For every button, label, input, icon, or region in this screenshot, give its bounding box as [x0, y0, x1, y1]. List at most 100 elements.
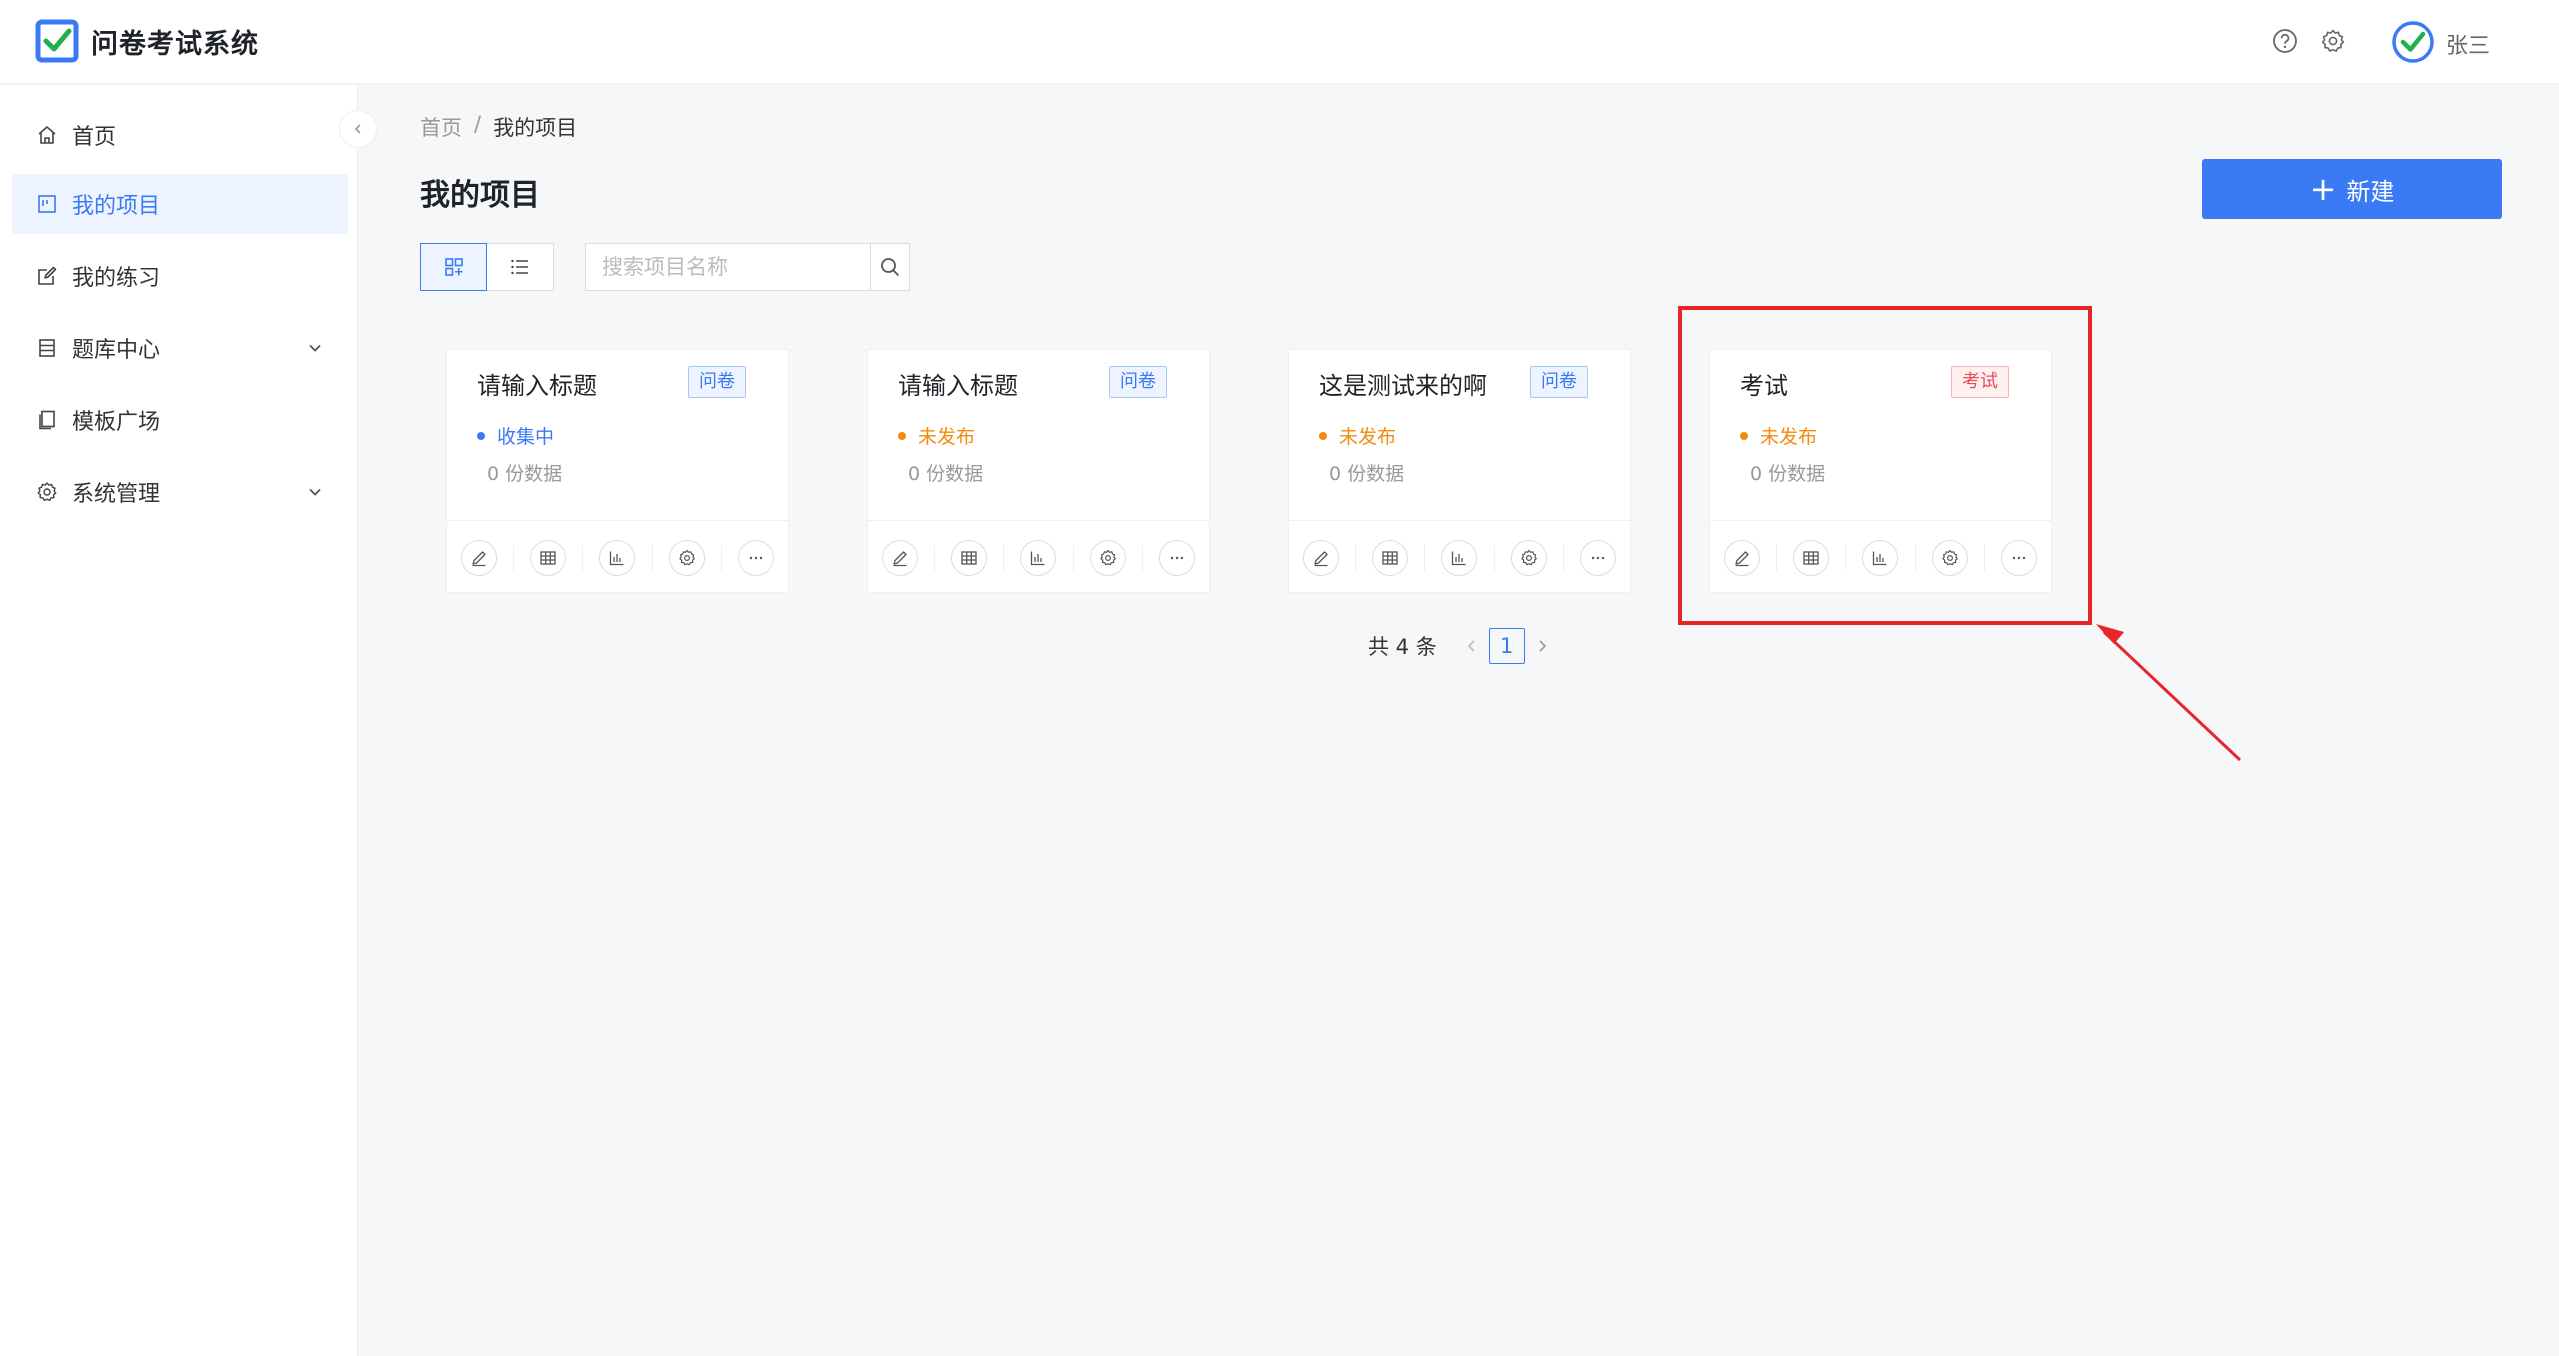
edit-icon — [38, 266, 57, 285]
divider — [1776, 544, 1778, 571]
username[interactable]: 张三 — [2446, 28, 2490, 60]
pencil-icon — [472, 550, 486, 566]
status-text: 未发布 — [918, 426, 976, 448]
statistics-button[interactable] — [1862, 539, 1899, 576]
edit-button[interactable] — [461, 539, 498, 576]
divider — [1141, 544, 1143, 571]
edit-button[interactable] — [1724, 539, 1761, 576]
more-button[interactable] — [2000, 539, 2037, 576]
sidebar-item-home[interactable]: 首页 — [12, 105, 348, 165]
annotation-arrow — [2096, 624, 2242, 762]
table-icon — [540, 550, 556, 565]
sidebar-item-label: 我的项目 — [72, 194, 161, 219]
card-settings-button[interactable] — [1931, 539, 1968, 576]
data-table-button[interactable] — [1793, 539, 1830, 576]
next-page-icon[interactable] — [1531, 635, 1553, 657]
more-button[interactable] — [1579, 539, 1616, 576]
gear-icon — [37, 482, 57, 501]
pagination: 共 4 条 1 — [1368, 628, 1559, 664]
card-data-count: 0 份数据 — [487, 463, 563, 485]
divider — [1562, 544, 1564, 571]
project-card[interactable]: 考试 考试 未发布 0 份数据 — [1709, 349, 2052, 593]
project-icon — [38, 195, 56, 213]
divider — [513, 544, 515, 571]
more-button[interactable] — [1158, 539, 1195, 576]
new-button-label: 新建 — [2346, 177, 2395, 206]
data-table-button[interactable] — [951, 539, 988, 576]
divider — [1424, 544, 1426, 571]
gear-icon — [1521, 549, 1537, 565]
search-button[interactable] — [870, 244, 909, 290]
card-data-count: 0 份数据 — [1750, 463, 1826, 485]
page-number[interactable]: 1 — [1488, 628, 1525, 664]
divider — [1355, 544, 1357, 571]
card-settings-button[interactable] — [1510, 539, 1547, 576]
project-card[interactable]: 请输入标题 问卷 收集中 0 份数据 — [446, 349, 789, 593]
gear-icon — [1100, 549, 1116, 565]
card-type-tag: 考试 — [1951, 366, 2009, 398]
card-type-tag: 问卷 — [1530, 366, 1588, 398]
search-input[interactable] — [586, 244, 870, 290]
card-status: 未发布 — [898, 422, 975, 449]
card-settings-button[interactable] — [1089, 539, 1126, 576]
card-status: 未发布 — [1319, 422, 1396, 449]
statistics-button[interactable] — [1020, 539, 1057, 576]
chevron-down-icon — [309, 344, 321, 352]
list-view-icon — [511, 259, 528, 275]
project-card[interactable]: 这是测试来的啊 问卷 未发布 0 份数据 — [1288, 349, 1631, 593]
sidebar-item-system-admin[interactable]: 系统管理 — [12, 462, 348, 522]
plus-icon: + — [2309, 170, 2337, 208]
app-logo[interactable]: 问卷考试系统 — [35, 19, 259, 63]
ellipsis-icon — [2012, 556, 2026, 559]
grid-view-icon — [444, 258, 463, 276]
pencil-icon — [893, 550, 907, 566]
sidebar-item-question-bank[interactable]: 题库中心 — [12, 318, 348, 378]
chevron-down-icon — [309, 488, 321, 496]
project-card[interactable]: 请输入标题 问卷 未发布 0 份数据 — [867, 349, 1210, 593]
list-view-button[interactable] — [487, 243, 554, 291]
ellipsis-icon — [749, 556, 763, 559]
pagination-total: 共 4 条 — [1368, 635, 1437, 659]
edit-button[interactable] — [882, 539, 919, 576]
breadcrumb-home[interactable]: 首页 — [420, 112, 462, 142]
gear-icon — [679, 549, 695, 565]
card-actions — [1710, 520, 2051, 594]
statistics-button[interactable] — [599, 539, 636, 576]
bar-chart-icon — [1031, 551, 1045, 565]
sidebar-item-template-square[interactable]: 模板广场 — [12, 390, 348, 450]
prev-page-icon[interactable] — [1461, 635, 1483, 657]
breadcrumb: 首页 / 我的项目 — [420, 112, 577, 142]
status-text: 未发布 — [1760, 426, 1818, 448]
search-icon — [881, 258, 900, 277]
card-title: 这是测试来的啊 — [1319, 372, 1487, 400]
divider — [934, 544, 936, 571]
pencil-icon — [1314, 550, 1328, 566]
sidebar-item-my-projects[interactable]: 我的项目 — [12, 174, 348, 234]
data-table-button[interactable] — [1372, 539, 1409, 576]
sidebar-item-my-practice[interactable]: 我的练习 — [12, 246, 348, 306]
chevron-left-icon — [354, 124, 361, 134]
logo-check-icon — [35, 19, 79, 63]
sidebar: 首页 我的项目 我的练习 题库中心 模板广场 系统管理 — [0, 85, 358, 1356]
divider — [1493, 544, 1495, 571]
grid-view-button[interactable] — [420, 243, 487, 291]
sidebar-item-label: 首页 — [72, 125, 117, 150]
help-icon[interactable] — [2272, 28, 2298, 54]
divider — [1983, 544, 1985, 571]
settings-icon[interactable] — [2320, 28, 2346, 54]
sidebar-item-label: 模板广场 — [72, 410, 161, 435]
sidebar-item-label: 系统管理 — [72, 482, 161, 507]
data-table-button[interactable] — [530, 539, 567, 576]
new-project-button[interactable]: + 新建 — [2202, 159, 2502, 219]
divider — [1003, 544, 1005, 571]
card-data-count: 0 份数据 — [1329, 463, 1405, 485]
more-button[interactable] — [737, 539, 774, 576]
card-settings-button[interactable] — [668, 539, 705, 576]
edit-button[interactable] — [1303, 539, 1340, 576]
ellipsis-icon — [1170, 556, 1184, 559]
card-actions — [447, 520, 788, 594]
user-avatar[interactable] — [2392, 21, 2434, 63]
pencil-icon — [1735, 550, 1749, 566]
sidebar-collapse-button[interactable] — [339, 110, 377, 148]
statistics-button[interactable] — [1441, 539, 1478, 576]
